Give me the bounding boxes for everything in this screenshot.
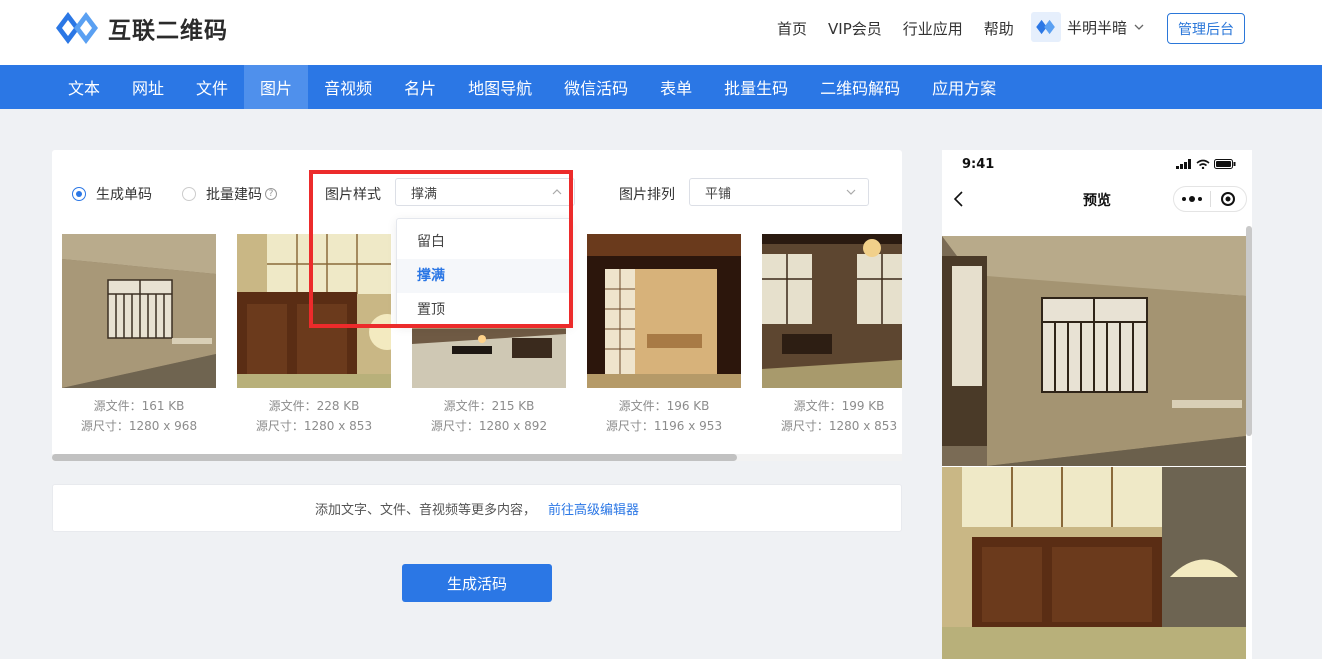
dropdown-item-top[interactable]: 置顶 (397, 293, 571, 327)
radio-single-dot[interactable] (72, 187, 86, 201)
image-dimensions: 源尺寸：1280 x 853 (780, 419, 898, 433)
battery-icon (1214, 159, 1236, 169)
tab-decode[interactable]: 二维码解码 (804, 65, 916, 109)
status-icons (1176, 159, 1236, 169)
avatar-logo-icon (1036, 19, 1055, 35)
tab-form[interactable]: 表单 (644, 65, 708, 109)
radio-batch-label: 批量建码 (206, 187, 262, 203)
image-arrange-label: 图片排列 (619, 187, 675, 203)
tab-map-navigation[interactable]: 地图导航 (452, 65, 548, 109)
tab-wechat-code[interactable]: 微信活码 (548, 65, 644, 109)
image-thumbnail[interactable] (762, 234, 902, 388)
image-dimensions: 源尺寸：1280 x 968 (80, 419, 198, 433)
tab-image[interactable]: 图片 (244, 65, 309, 109)
chevron-down-icon (846, 189, 856, 195)
tab-audio-video[interactable]: 音视频 (308, 65, 388, 109)
image-meta: 源文件：199 KB 源尺寸：1280 x 853 (762, 396, 916, 436)
nav-home[interactable]: 首页 (777, 18, 807, 39)
image-file-size: 源文件：228 KB (268, 399, 360, 413)
user-menu[interactable]: 半明半暗 (1031, 12, 1145, 42)
dropdown-item-fill[interactable]: 撑满 (397, 259, 571, 293)
more-icon[interactable] (1174, 196, 1210, 202)
top-nav: 首页 VIP会员 行业应用 帮助 (777, 18, 1035, 39)
room-photo-1 (62, 234, 216, 388)
image-dimensions: 源尺寸：1280 x 853 (255, 419, 373, 433)
radio-batch[interactable]: 批量建码 ? (182, 184, 277, 204)
tab-text[interactable]: 文本 (52, 65, 116, 109)
brand-name: 互联二维码 (108, 18, 228, 44)
generate-code-button[interactable]: 生成活码 (402, 564, 552, 602)
image-meta: 源文件：161 KB 源尺寸：1280 x 968 (62, 396, 216, 436)
image-thumbnail[interactable] (62, 234, 216, 388)
user-name: 半明半暗 (1067, 18, 1128, 37)
room-photo-2 (237, 234, 391, 388)
image-meta: 源文件：196 KB 源尺寸：1196 x 953 (587, 396, 741, 436)
tab-file[interactable]: 文件 (180, 65, 244, 109)
room-photo-4 (587, 234, 741, 388)
image-style-select[interactable]: 撑满 (395, 178, 575, 206)
wifi-icon (1196, 159, 1210, 169)
image-arrange-select[interactable]: 平铺 (689, 178, 869, 206)
logo-icon (56, 12, 98, 44)
status-time: 9:41 (962, 157, 995, 172)
radio-single-label: 生成单码 (96, 187, 152, 203)
image-arrange-value: 平铺 (705, 186, 732, 202)
image-style-label: 图片样式 (325, 187, 381, 203)
preview-image-2 (942, 467, 1246, 659)
scrollbar-thumb[interactable] (52, 454, 737, 461)
tab-solutions[interactable]: 应用方案 (916, 65, 1012, 109)
nav-vip[interactable]: VIP会员 (828, 18, 882, 39)
advanced-editor-link[interactable]: 前往高级编辑器 (548, 499, 639, 518)
phone-scrollbar[interactable] (1246, 226, 1252, 436)
image-file-size: 源文件：161 KB (93, 399, 185, 413)
close-target-icon[interactable] (1210, 191, 1246, 207)
radio-single[interactable]: 生成单码 (72, 184, 152, 204)
tab-business-card[interactable]: 名片 (388, 65, 452, 109)
tab-url[interactable]: 网址 (116, 65, 180, 109)
brand-logo[interactable]: 互联二维码 (54, 10, 228, 46)
image-file-size: 源文件：199 KB (793, 399, 885, 413)
status-bar: 9:41 (942, 150, 1252, 180)
signal-icon (1176, 159, 1191, 169)
image-dimensions: 源尺寸：1280 x 892 (430, 419, 548, 433)
image-file-size: 源文件：196 KB (618, 399, 710, 413)
top-header: 互联二维码 首页 VIP会员 行业应用 帮助 半明半暗 管理后台 (0, 0, 1322, 65)
hint-text: 添加文字、文件、音视频等更多内容， (314, 502, 536, 518)
advanced-editor-hint: 添加文字、文件、音视频等更多内容， 前往高级编辑器 (52, 484, 902, 532)
dropdown-item-whitespace[interactable]: 留白 (397, 225, 571, 259)
preview-image-1 (942, 236, 1246, 466)
room-photo-5 (762, 234, 902, 388)
image-meta: 源文件：215 KB 源尺寸：1280 x 892 (412, 396, 566, 436)
admin-button[interactable]: 管理后台 (1167, 13, 1245, 44)
chevron-up-icon (552, 189, 562, 195)
help-icon[interactable]: ? (265, 188, 277, 200)
mini-program-capsule[interactable] (1173, 186, 1247, 212)
image-style-dropdown: 留白 撑满 置顶 (396, 218, 572, 326)
tab-batch[interactable]: 批量生码 (708, 65, 804, 109)
radio-batch-dot[interactable] (182, 187, 196, 201)
image-meta: 源文件：228 KB 源尺寸：1280 x 853 (237, 396, 391, 436)
horizontal-scrollbar[interactable] (52, 454, 902, 461)
chevron-down-icon (1134, 24, 1144, 30)
image-style-value: 撑满 (411, 186, 438, 202)
phone-nav-bar: 预览 (942, 183, 1252, 215)
image-thumbnail[interactable] (237, 234, 391, 388)
image-file-size: 源文件：215 KB (443, 399, 535, 413)
nav-help[interactable]: 帮助 (984, 18, 1014, 39)
phone-preview: 9:41 预览 (942, 150, 1252, 659)
avatar (1031, 12, 1061, 42)
category-tabs: 文本 网址 文件 图片 音视频 名片 地图导航 微信活码 表单 批量生码 二维码… (0, 65, 1322, 109)
nav-industry[interactable]: 行业应用 (903, 18, 963, 39)
image-dimensions: 源尺寸：1196 x 953 (605, 419, 723, 433)
image-thumbnail[interactable] (587, 234, 741, 388)
